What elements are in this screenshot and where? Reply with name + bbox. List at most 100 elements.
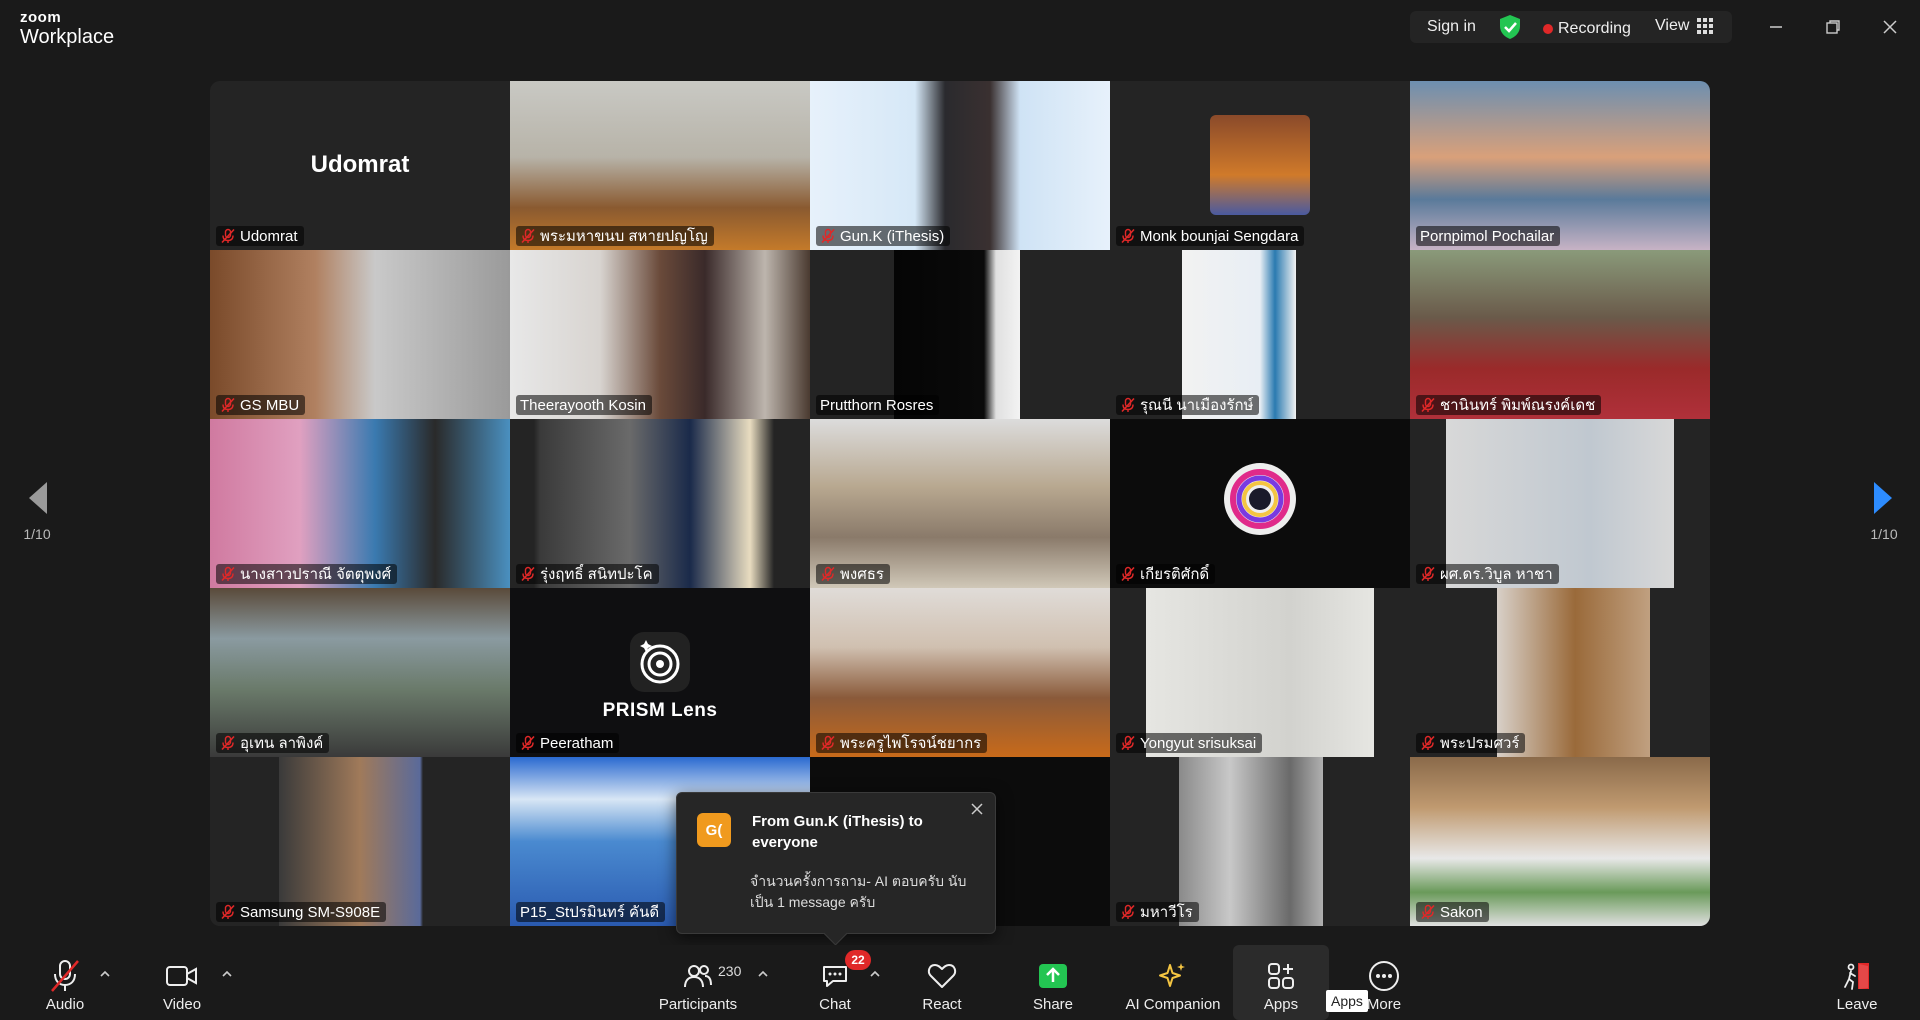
participant-tile[interactable]: Monk bounjai Sengdara xyxy=(1110,81,1410,250)
share-label: Share xyxy=(1032,996,1074,1013)
leave-button[interactable]: Leave xyxy=(1827,945,1887,1020)
participant-name: พระครูไพโรจน์ชยากร xyxy=(840,735,982,752)
view-label: View xyxy=(1655,17,1690,34)
leave-door-icon xyxy=(1842,956,1872,996)
zoom-logo: zoom Workplace xyxy=(20,10,114,47)
chat-message: จำนวนครั้งการถาม- AI ตอบครับ นับเป็น 1 m… xyxy=(750,873,967,910)
close-notification-icon[interactable] xyxy=(967,799,987,819)
participant-name: รุณนี นาเมืองรักษ์ xyxy=(1140,397,1254,414)
encryption-shield-icon[interactable] xyxy=(1498,14,1522,45)
participant-name: P15_Stปรมินทร์ คันดี xyxy=(520,904,660,921)
sender-avatar: G( xyxy=(697,813,731,847)
apps-tooltip: Apps xyxy=(1326,990,1368,1012)
participant-name: Gun.K (iThesis) xyxy=(840,227,945,245)
participant-name: พระปรมศวร์ xyxy=(1440,735,1520,752)
participant-tile[interactable]: GS MBU xyxy=(210,250,510,419)
audio-button[interactable]: Audio xyxy=(35,945,95,1020)
logo-line-1: zoom xyxy=(20,9,62,26)
chat-icon: 22 xyxy=(821,950,871,996)
participant-tile[interactable]: มหาวีโร xyxy=(1110,757,1410,926)
muted-mic-icon xyxy=(1121,735,1135,751)
previous-page-button[interactable]: 1/10 xyxy=(17,480,57,542)
apps-button[interactable]: Apps xyxy=(1233,945,1329,1020)
muted-mic-icon xyxy=(1421,735,1435,751)
muted-mic-icon xyxy=(821,735,835,751)
participant-display-name: Udomrat xyxy=(310,151,410,178)
chat-notification[interactable]: G( From Gun.K (iThesis) to everyone จำนว… xyxy=(676,792,996,934)
recording-dot-icon xyxy=(1543,24,1553,34)
close-window-icon[interactable] xyxy=(1875,12,1905,42)
video-label: Video xyxy=(162,996,202,1013)
muted-mic-icon xyxy=(221,904,235,920)
participants-button[interactable]: Participants xyxy=(655,945,741,1020)
muted-mic-icon xyxy=(521,228,535,244)
muted-mic-icon xyxy=(221,735,235,751)
muted-mic-icon xyxy=(221,566,235,582)
muted-mic-icon xyxy=(1421,566,1435,582)
active-speaker-tile[interactable]: Theerayooth Kosin xyxy=(510,250,810,419)
participant-name: GS MBU xyxy=(240,396,300,414)
react-button[interactable]: React xyxy=(912,945,972,1020)
restore-icon[interactable] xyxy=(1818,12,1848,42)
participant-tile[interactable]: นางสาวปราณี จัตตุพงศ์ xyxy=(210,419,510,588)
more-dots-icon xyxy=(1368,956,1400,996)
participant-tile[interactable]: Prutthorn Rosres xyxy=(810,250,1110,419)
participant-avatar xyxy=(1210,115,1310,215)
participant-tile[interactable]: Yongyut srisuksai xyxy=(1110,588,1410,757)
participant-tile[interactable]: รุ่งฤทธิ์ สนิทปะโค xyxy=(510,419,810,588)
audio-label: Audio xyxy=(45,996,85,1013)
participant-tile[interactable]: พระมหาขนบ สหายปญโญ xyxy=(510,81,810,250)
participant-tile[interactable]: พระครูไพโรจน์ชยากร xyxy=(810,588,1110,757)
participant-tile[interactable]: เกียรติศักดิ์ xyxy=(1110,419,1410,588)
participant-tile[interactable]: อุเทน ลาพิงค์ xyxy=(210,588,510,757)
participant-tile[interactable]: PRISM Lens Peeratham xyxy=(510,588,810,757)
participant-tile[interactable]: ชานินทร์ พิมพ์ณรงค์เดช xyxy=(1410,250,1710,419)
participant-tile[interactable]: ผศ.ดร.วิบูล หาชา xyxy=(1410,419,1710,588)
grid-icon xyxy=(1697,18,1714,34)
participant-tile[interactable]: Sakon xyxy=(1410,757,1710,926)
participant-name: เกียรติศักดิ์ xyxy=(1140,566,1210,583)
muted-mic-icon xyxy=(821,566,835,582)
participant-name: รุ่งฤทธิ์ สนิทปะโค xyxy=(540,566,653,583)
chat-label: Chat xyxy=(819,996,851,1013)
participant-tile[interactable]: พงศธร xyxy=(810,419,1110,588)
participant-tile[interactable]: Gun.K (iThesis) xyxy=(810,81,1110,250)
recording-indicator[interactable]: Recording xyxy=(1558,20,1631,38)
chat-button[interactable]: 22 Chat xyxy=(805,945,871,1020)
next-page-button[interactable]: 1/10 xyxy=(1864,480,1904,542)
video-camera-icon xyxy=(165,956,199,996)
participant-tile[interactable]: Udomrat Udomrat xyxy=(210,81,510,250)
participant-name: Prutthorn Rosres xyxy=(820,396,934,414)
heart-icon xyxy=(927,956,957,996)
chat-options-chevron-up-icon[interactable] xyxy=(868,967,882,981)
muted-mic-icon xyxy=(521,566,535,582)
participant-name: อุเทน ลาพิงค์ xyxy=(240,735,324,752)
sign-in-button[interactable]: Sign in xyxy=(1427,18,1476,36)
ai-companion-button[interactable]: AI Companion xyxy=(1118,945,1228,1020)
share-screen-icon xyxy=(1038,956,1068,996)
participant-name: Yongyut srisuksai xyxy=(1140,734,1257,752)
muted-mic-icon xyxy=(1121,397,1135,413)
share-button[interactable]: Share xyxy=(1023,945,1083,1020)
video-options-chevron-up-icon[interactable] xyxy=(220,967,234,981)
participant-tile[interactable]: Samsung SM-S908E xyxy=(210,757,510,926)
participant-name: ชานินทร์ พิมพ์ณรงค์เดช xyxy=(1440,397,1596,414)
muted-mic-icon xyxy=(1121,904,1135,920)
prism-lens-label: PRISM Lens xyxy=(602,700,718,721)
minimize-icon[interactable] xyxy=(1761,12,1791,42)
participant-tile[interactable]: พระปรมศวร์ xyxy=(1410,588,1710,757)
participant-name: Udomrat xyxy=(240,227,298,245)
video-button[interactable]: Video xyxy=(152,945,212,1020)
prism-lens-logo-icon xyxy=(630,632,690,692)
page-indicator-right: 1/10 xyxy=(1870,526,1898,542)
participants-label: Participants xyxy=(658,996,738,1013)
participant-name: Samsung SM-S908E xyxy=(240,903,381,921)
chat-sender: From Gun.K (iThesis) to everyone xyxy=(752,813,923,851)
participant-tile[interactable]: รุณนี นาเมืองรักษ์ xyxy=(1110,250,1410,419)
meeting-toolbar: Audio Video Participants 230 22 Chat Rea… xyxy=(0,945,1920,1020)
participants-options-chevron-up-icon[interactable] xyxy=(756,967,770,981)
audio-options-chevron-up-icon[interactable] xyxy=(98,967,112,981)
view-button[interactable]: View xyxy=(1655,17,1714,35)
muted-mic-icon xyxy=(221,228,235,244)
participant-tile[interactable]: Pornpimol Pochailar xyxy=(1410,81,1710,250)
